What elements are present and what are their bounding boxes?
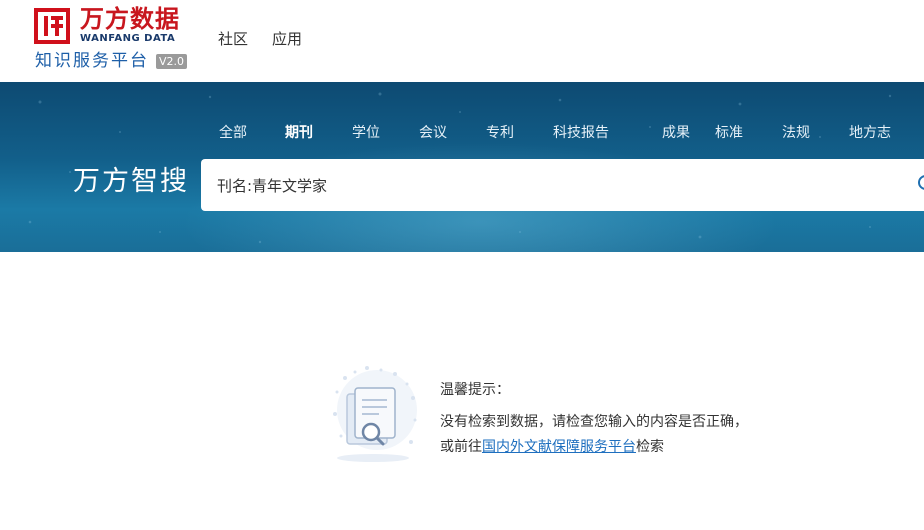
tab-patents[interactable]: 专利 (486, 124, 553, 142)
no-results-document-search-icon (333, 366, 417, 462)
suggestion-suffix: 检索 (636, 439, 664, 455)
empty-state-title: 温馨提示： (440, 382, 510, 398)
resource-type-tabs: 全部 期刊 学位 会议 专利 科技报告 成果 标准 法规 地方志 (219, 124, 891, 142)
tab-tech-reports[interactable]: 科技报告 (553, 124, 662, 142)
logo-chinese-name[interactable]: 万方数据 (80, 5, 180, 33)
search-brand-title: 万方智搜 (73, 166, 189, 197)
version-badge: V2.0 (156, 54, 188, 69)
tab-regulations[interactable]: 法规 (782, 124, 849, 142)
platform-name: 知识服务平台 (35, 51, 149, 71)
empty-state-suggestion: 或前往国内外文献保障服务平台检索 (440, 437, 664, 457)
nav-item-apps[interactable]: 应用 (272, 29, 302, 49)
tab-journals[interactable]: 期刊 (285, 124, 352, 142)
tab-achievements[interactable]: 成果 (662, 124, 715, 142)
tab-standards[interactable]: 标准 (715, 124, 782, 142)
wanfang-logo-icon[interactable] (34, 8, 70, 44)
search-icon[interactable] (917, 174, 924, 194)
search-input[interactable] (217, 159, 897, 211)
suggestion-prefix: 或前往 (440, 439, 482, 455)
empty-state-message: 没有检索到数据，请检查您输入的内容是否正确， (440, 414, 748, 430)
search-box (201, 159, 924, 211)
tab-degrees[interactable]: 学位 (352, 124, 419, 142)
tab-local-chronicles[interactable]: 地方志 (849, 124, 891, 142)
nav-item-community[interactable]: 社区 (218, 29, 248, 49)
top-nav: 社区 应用 (218, 29, 302, 49)
site-header: 万方数据 WANFANG DATA 知识服务平台 V2.0 社区 应用 (0, 0, 924, 82)
search-banner: 全部 期刊 学位 会议 专利 科技报告 成果 标准 法规 地方志 万方智搜 (0, 82, 924, 252)
tab-conferences[interactable]: 会议 (419, 124, 486, 142)
tab-all[interactable]: 全部 (219, 124, 285, 142)
logo-english-name[interactable]: WANFANG DATA (80, 33, 175, 45)
document-service-platform-link[interactable]: 国内外文献保障服务平台 (482, 439, 636, 455)
